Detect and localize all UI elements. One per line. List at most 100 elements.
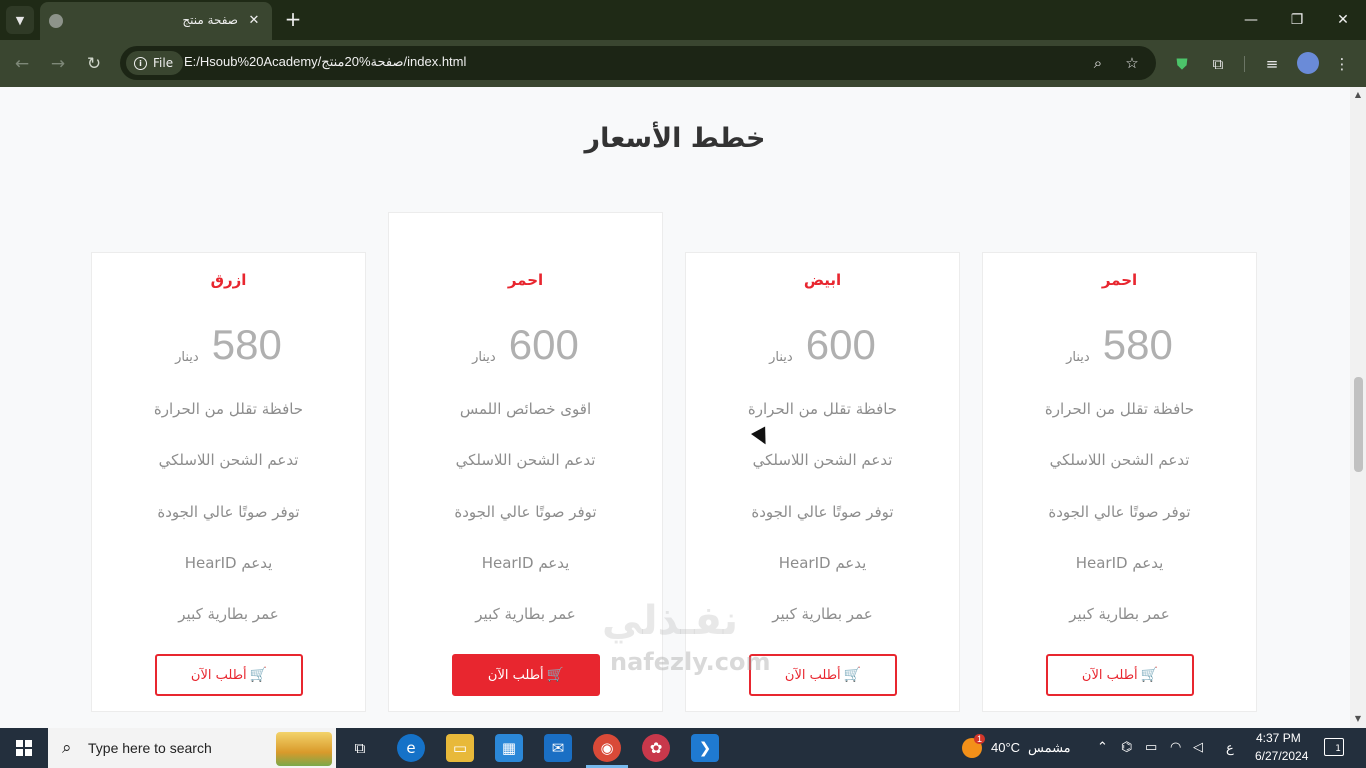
task-view-icon[interactable]: ⧉ bbox=[346, 734, 374, 762]
start-button[interactable] bbox=[0, 728, 48, 768]
url-text[interactable]: E:/Hsoub%20Academy/صفحة%20منتج/index.htm… bbox=[184, 54, 466, 70]
order-now-button[interactable]: 🛒 أطلب الآن bbox=[452, 654, 600, 696]
vertical-scrollbar[interactable]: ▲ ▼ bbox=[1350, 87, 1366, 728]
pricing-card-blue: ازرق 580 دينار حافظة تقلل من الحرارة تدع… bbox=[91, 252, 366, 712]
clock-time[interactable]: 4:37 PM bbox=[1256, 731, 1301, 745]
search-highlight-image bbox=[276, 732, 332, 766]
plan-name: ابيض bbox=[803, 271, 842, 289]
price-currency: دينار bbox=[1066, 350, 1090, 365]
forward-arrow-icon[interactable]: → bbox=[44, 50, 72, 78]
order-button-label: أطلب الآن bbox=[1081, 667, 1138, 683]
close-window-button[interactable]: ✕ bbox=[1320, 0, 1366, 40]
weather-badge: 1 bbox=[974, 734, 986, 744]
cart-icon: 🛒 bbox=[1140, 667, 1159, 683]
price-value: 580 bbox=[211, 321, 282, 368]
shield-extension-icon[interactable]: ⛊ bbox=[1170, 52, 1194, 76]
search-icon: ⌕ bbox=[62, 738, 72, 758]
new-tab-button[interactable]: + bbox=[282, 9, 304, 31]
price-value: 600 bbox=[508, 321, 579, 368]
vscode-icon[interactable]: ❯ bbox=[691, 734, 719, 762]
media-control-icon[interactable]: ≡ bbox=[1260, 52, 1284, 76]
profile-avatar[interactable] bbox=[1297, 52, 1319, 74]
feature-item: عمر بطارية كبير bbox=[1069, 605, 1170, 623]
menu-dots-icon[interactable]: ⋮ bbox=[1330, 52, 1354, 76]
watermark-logo: نفـذلي bbox=[602, 598, 739, 644]
scrollbar-thumb[interactable] bbox=[1354, 377, 1363, 472]
plan-price: 600 دينار bbox=[389, 321, 662, 369]
tab-search-dropdown-icon[interactable]: ▼ bbox=[6, 6, 34, 34]
info-icon: i bbox=[134, 56, 147, 70]
watermark-url: nafezly.com bbox=[610, 648, 771, 676]
order-now-button[interactable]: 🛒 أطلب الآن bbox=[1046, 654, 1194, 696]
scroll-up-arrow-icon[interactable]: ▲ bbox=[1354, 91, 1362, 99]
feature-item: يدعم HearID bbox=[184, 554, 273, 572]
cart-icon: 🛒 bbox=[843, 667, 862, 683]
show-hidden-icons-icon[interactable]: ⌃ bbox=[1097, 740, 1108, 755]
feature-item: تدعم الشحن اللاسلكي bbox=[752, 451, 893, 469]
order-now-button[interactable]: 🛒 أطلب الآن bbox=[749, 654, 897, 696]
edge-browser-icon[interactable]: e bbox=[397, 734, 425, 762]
toolbar-divider bbox=[1244, 56, 1245, 72]
order-now-button[interactable]: 🛒 أطلب الآن bbox=[155, 654, 303, 696]
notification-center-icon[interactable]: 1 bbox=[1324, 738, 1344, 756]
cart-icon: 🛒 bbox=[249, 667, 268, 683]
temperature[interactable]: 40°C bbox=[991, 740, 1020, 755]
feature-item: تدعم الشحن اللاسلكي bbox=[158, 451, 299, 469]
close-tab-icon[interactable]: ✕ bbox=[244, 10, 264, 30]
wifi-icon[interactable]: ◠ bbox=[1170, 740, 1181, 755]
feature-item: يدعم HearID bbox=[1075, 554, 1164, 572]
meet-now-icon[interactable]: ⌬ bbox=[1121, 740, 1132, 755]
feature-item: توفر صوتًا عالي الجودة bbox=[454, 503, 597, 521]
back-arrow-icon[interactable]: ← bbox=[8, 50, 36, 78]
price-value: 600 bbox=[805, 321, 876, 368]
price-currency: دينار bbox=[769, 350, 793, 365]
clock-date[interactable]: 6/27/2024 bbox=[1255, 749, 1308, 763]
input-language[interactable]: ع bbox=[1226, 740, 1234, 756]
feature-item: توفر صوتًا عالي الجودة bbox=[751, 503, 894, 521]
price-currency: دينار bbox=[175, 350, 199, 365]
store-icon[interactable]: ▦ bbox=[495, 734, 523, 762]
browser-toolbar: ← → ↻ i File E:/Hsoub%20Academy/صفحة%20م… bbox=[0, 40, 1366, 87]
plan-name: ازرق bbox=[210, 271, 247, 289]
file-chip-label: File bbox=[153, 56, 174, 70]
scroll-down-arrow-icon[interactable]: ▼ bbox=[1354, 715, 1362, 723]
globe-icon bbox=[49, 14, 63, 28]
feature-item: حافظة تقلل من الحرارة bbox=[1044, 400, 1195, 418]
order-button-label: أطلب الآن bbox=[784, 667, 841, 683]
feature-item: تدعم الشحن اللاسلكي bbox=[455, 451, 596, 469]
windows-taskbar: ⌕ Type here to search ⧉ e ▭ ▦ ✉ ◉ ✿ ❯ 1 … bbox=[0, 728, 1366, 768]
feature-item: يدعم HearID bbox=[778, 554, 867, 572]
pricing-card-red: احمر 580 دينار حافظة تقلل من الحرارة تدع… bbox=[982, 252, 1257, 712]
site-info-chip[interactable]: i File bbox=[126, 51, 184, 75]
extensions-puzzle-icon[interactable]: ⧉ bbox=[1206, 52, 1230, 76]
taskbar-search[interactable]: ⌕ Type here to search bbox=[48, 728, 336, 768]
restore-button[interactable]: ❐ bbox=[1274, 0, 1320, 40]
address-bar[interactable]: i File E:/Hsoub%20Academy/صفحة%20منتج/in… bbox=[120, 46, 1156, 80]
feature-item: توفر صوتًا عالي الجودة bbox=[157, 503, 300, 521]
bookmark-star-icon[interactable]: ☆ bbox=[1122, 53, 1142, 73]
cart-icon: 🛒 bbox=[546, 667, 565, 683]
app-icon[interactable]: ✿ bbox=[642, 734, 670, 762]
volume-icon[interactable]: ◁ bbox=[1193, 740, 1203, 755]
reload-icon[interactable]: ↻ bbox=[80, 50, 108, 78]
minimize-button[interactable]: — bbox=[1228, 0, 1274, 40]
battery-icon[interactable]: ▭ bbox=[1145, 740, 1157, 755]
chrome-browser-icon[interactable]: ◉ bbox=[593, 734, 621, 762]
plan-price: 600 دينار bbox=[686, 321, 959, 369]
mail-icon[interactable]: ✉ bbox=[544, 734, 572, 762]
active-tab[interactable]: صفحة منتج ✕ bbox=[40, 2, 272, 40]
feature-item: اقوى خصائص اللمس bbox=[459, 400, 592, 418]
feature-item: توفر صوتًا عالي الجودة bbox=[1048, 503, 1191, 521]
weather-label[interactable]: مشمس bbox=[1028, 740, 1071, 756]
feature-item: حافظة تقلل من الحرارة bbox=[153, 400, 304, 418]
notification-count: 1 bbox=[1335, 744, 1341, 754]
order-button-label: أطلب الآن bbox=[190, 667, 247, 683]
feature-item: حافظة تقلل من الحرارة bbox=[747, 400, 898, 418]
plan-price: 580 دينار bbox=[92, 321, 365, 369]
zoom-icon[interactable]: ⌕ bbox=[1088, 53, 1108, 73]
windows-logo-icon bbox=[16, 740, 32, 756]
search-placeholder: Type here to search bbox=[88, 740, 212, 756]
file-explorer-icon[interactable]: ▭ bbox=[446, 734, 474, 762]
plan-name: احمر bbox=[1101, 271, 1138, 289]
feature-item: عمر بطارية كبير bbox=[178, 605, 279, 623]
